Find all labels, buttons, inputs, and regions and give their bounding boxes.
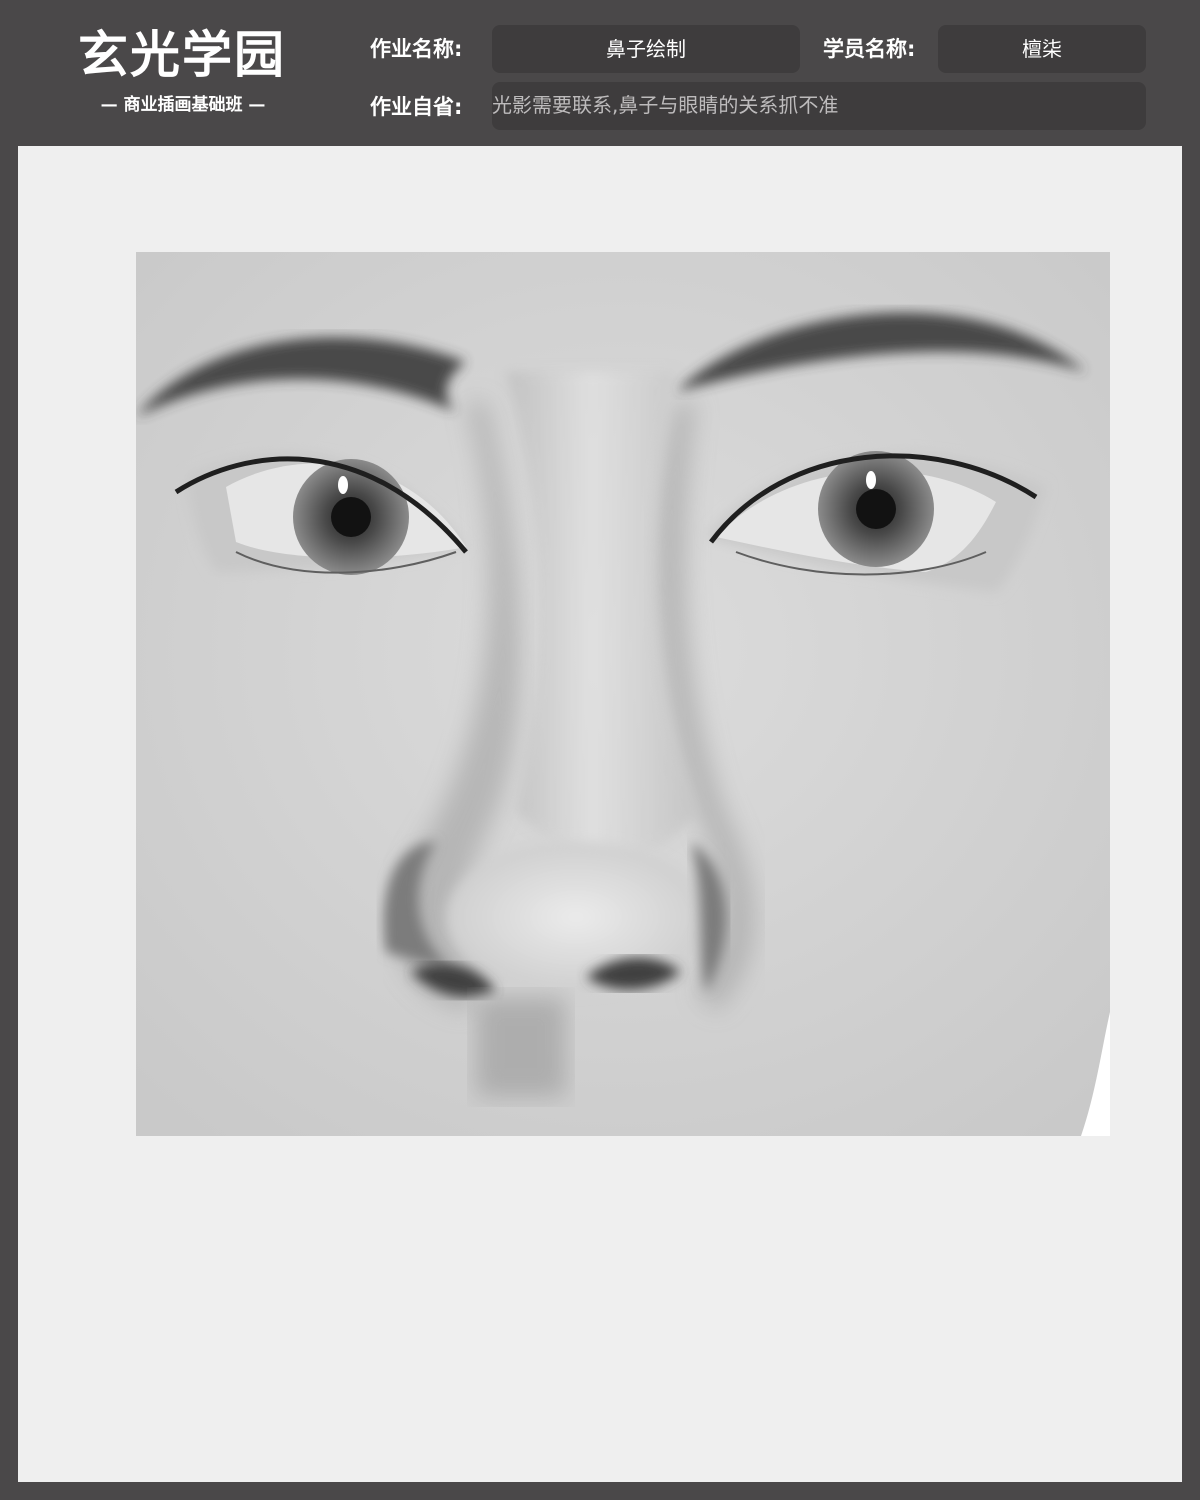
student-name-field[interactable]: 檀柒 bbox=[938, 25, 1146, 73]
assignment-name-label: 作业名称: bbox=[370, 37, 463, 61]
logo-title: 玄光学园 bbox=[78, 25, 286, 84]
artwork-image bbox=[136, 252, 1110, 1136]
logo-subtitle: — 商业插画基础班 — bbox=[100, 95, 266, 115]
self-reflection-field[interactable]: 光影需要联系,鼻子与眼睛的关系抓不准 bbox=[492, 82, 1146, 130]
assignment-name-field[interactable]: 鼻子绘制 bbox=[492, 25, 800, 73]
header: 玄光学园 — 商业插画基础班 — 作业名称: 鼻子绘制 学员名称: 檀柒 作业自… bbox=[0, 0, 1200, 146]
self-reflection-label: 作业自省: bbox=[370, 95, 463, 119]
submission-canvas bbox=[18, 146, 1182, 1482]
face-drawing bbox=[136, 252, 1110, 1136]
student-name-label: 学员名称: bbox=[823, 37, 916, 61]
